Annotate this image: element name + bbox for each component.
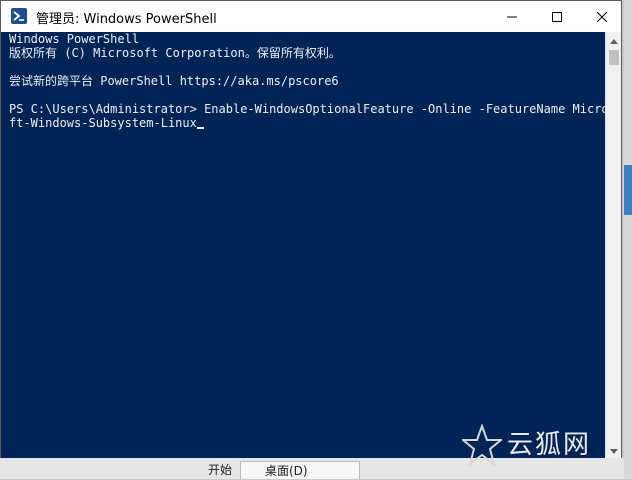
console-line: Windows PowerShell: [9, 32, 140, 46]
window-title: 管理员: Windows PowerShell: [36, 12, 217, 27]
console-command-continuation[interactable]: ft-Windows-Subsystem-Linux: [9, 116, 204, 131]
star-logo-icon: [460, 423, 504, 473]
scrollbar-thumb[interactable]: [609, 50, 619, 65]
background-window-edge: [624, 0, 632, 479]
watermark-url: yunhu.net: [514, 457, 590, 473]
text-cursor: [196, 127, 204, 129]
vertical-scrollbar[interactable]: [605, 32, 621, 458]
console-line: 尝试新的跨平台 PowerShell https://aka.ms/pscore…: [9, 74, 339, 88]
maximize-button[interactable]: [534, 1, 580, 32]
minimize-icon: [507, 12, 517, 22]
title-bar[interactable]: 管理员: Windows PowerShell: [1, 1, 621, 32]
desktop-tab-start[interactable]: 开始: [208, 461, 238, 479]
console-output[interactable]: Windows PowerShell 版权所有 (C) Microsoft Co…: [1, 32, 605, 458]
maximize-icon: [552, 11, 562, 22]
chevron-up-icon: [610, 31, 618, 49]
background-accent-mark: [624, 165, 632, 215]
console-line: 版权所有 (C) Microsoft Corporation。保留所有权利。: [9, 46, 341, 60]
scroll-up-button[interactable]: [606, 32, 622, 48]
close-icon: [597, 11, 607, 22]
watermark-text: 云狐网: [507, 430, 592, 460]
powershell-icon: [11, 8, 27, 24]
close-button[interactable]: [579, 1, 625, 32]
watermark: 云狐网 yunhu.net: [460, 420, 622, 476]
console-command-line: PS C:\Users\Administrator> Enable-Window…: [9, 102, 605, 116]
powershell-window: 管理员: Windows PowerShell Windows PowerShe…: [0, 0, 622, 458]
minimize-button[interactable]: [489, 1, 535, 32]
desktop-tab-desktop[interactable]: 桌面(D): [240, 461, 360, 479]
console-command-text: ft-Windows-Subsystem-Linux: [9, 116, 197, 130]
